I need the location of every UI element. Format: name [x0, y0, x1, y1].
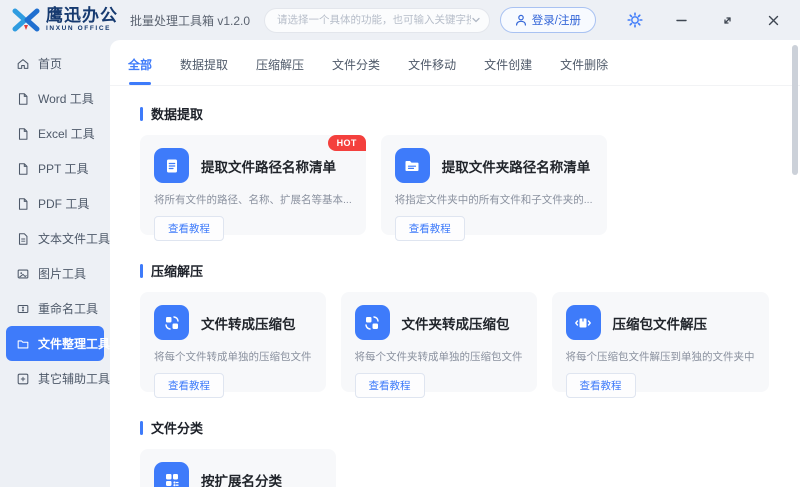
folder-list-icon — [395, 148, 430, 183]
title-bar: 鹰迅办公 INXUN OFFICE 批量处理工具箱 v1.2.0 登录/注册 — [0, 0, 800, 40]
home-icon — [16, 57, 30, 71]
category-icon — [154, 462, 189, 487]
image-file-icon — [16, 267, 30, 281]
sidebar-item-home[interactable]: 首页 — [6, 46, 104, 81]
file-to-zip-icon — [154, 305, 189, 340]
close-icon[interactable] — [764, 11, 782, 29]
section-title: 文件分类 — [151, 418, 203, 437]
function-search-box[interactable] — [264, 8, 490, 33]
minimize-icon[interactable] — [672, 11, 690, 29]
word-file-icon — [16, 92, 30, 106]
sidebar-item-ppt-tools[interactable]: PPT 工具 — [6, 151, 104, 186]
text-file-icon — [16, 232, 30, 246]
tab-compress-decompress[interactable]: 压缩解压 — [256, 56, 304, 85]
tool-card-description: 将每个压缩包文件解压到单独的文件夹中 — [566, 349, 755, 364]
sidebar-item-image-tools[interactable]: 图片工具 — [6, 256, 104, 291]
folder-organize-icon — [16, 337, 30, 351]
section-accent-bar — [140, 421, 143, 435]
tab-file-delete[interactable]: 文件删除 — [560, 56, 608, 85]
tab-all[interactable]: 全部 — [128, 56, 152, 85]
sidebar: 首页 Word 工具 Excel 工具 PPT 工具 PDF 工具 文本文件工具… — [0, 40, 110, 487]
app-title: 批量处理工具箱 v1.2.0 — [130, 12, 250, 29]
section-title: 数据提取 — [151, 104, 203, 123]
tab-file-create[interactable]: 文件创建 — [484, 56, 532, 85]
tab-file-move[interactable]: 文件移动 — [408, 56, 456, 85]
tool-card-description: 将指定文件夹中的所有文件和子文件夹的... — [395, 192, 593, 207]
sidebar-item-label: 图片工具 — [38, 265, 86, 282]
tab-file-classify[interactable]: 文件分类 — [332, 56, 380, 85]
section-title: 压缩解压 — [151, 261, 203, 280]
view-tutorial-button[interactable]: 查看教程 — [355, 373, 425, 398]
excel-file-icon — [16, 127, 30, 141]
sidebar-item-label: PDF 工具 — [38, 195, 89, 212]
tool-card-title: 提取文件夹路径名称清单 — [442, 156, 591, 176]
rename-icon — [16, 302, 30, 316]
tool-card-extract-folder-list[interactable]: 提取文件夹路径名称清单 将指定文件夹中的所有文件和子文件夹的... 查看教程 — [381, 135, 607, 235]
view-tutorial-button[interactable]: 查看教程 — [154, 373, 224, 398]
view-tutorial-button[interactable]: 查看教程 — [154, 216, 224, 241]
sidebar-item-label: 重命名工具 — [38, 300, 98, 317]
tool-card-description: 将每个文件转成单独的压缩包文件 — [154, 349, 312, 364]
tool-card-title: 按扩展名分类 — [201, 470, 282, 487]
section-header-classify: 文件分类 — [140, 418, 758, 437]
tool-card-title: 文件转成压缩包 — [201, 313, 296, 333]
sidebar-item-word-tools[interactable]: Word 工具 — [6, 81, 104, 116]
tool-card-title: 压缩包文件解压 — [613, 313, 708, 333]
file-list-icon — [154, 148, 189, 183]
brand-subtitle: INXUN OFFICE — [46, 26, 118, 33]
sidebar-item-text-file-tools[interactable]: 文本文件工具 — [6, 221, 104, 256]
chevron-down-icon[interactable] — [471, 15, 481, 25]
hot-badge: HOT — [328, 135, 366, 151]
tool-card-classify-by-extension[interactable]: 按扩展名分类 — [140, 449, 336, 487]
user-icon — [515, 14, 527, 26]
tool-card-description: 将每个文件夹转成单独的压缩包文件 — [355, 349, 523, 364]
section-header-data-extract: 数据提取 — [140, 104, 758, 123]
section-header-compress: 压缩解压 — [140, 261, 758, 280]
tool-card-title: 文件夹转成压缩包 — [402, 313, 510, 333]
tool-card-folder-to-zip[interactable]: 文件夹转成压缩包 将每个文件夹转成单独的压缩包文件 查看教程 — [341, 292, 537, 392]
tool-card-description: 将所有文件的路径、名称、扩展名等基本... — [154, 192, 352, 207]
sidebar-item-label: Word 工具 — [38, 90, 94, 107]
misc-tools-icon — [16, 372, 30, 386]
sidebar-item-label: 文件整理工具 — [38, 335, 110, 352]
inxun-x-logo-icon — [12, 7, 40, 33]
gear-icon[interactable] — [626, 11, 644, 29]
sidebar-item-file-organize-tools[interactable]: 文件整理工具 — [6, 326, 104, 361]
sidebar-item-pdf-tools[interactable]: PDF 工具 — [6, 186, 104, 221]
ppt-file-icon — [16, 162, 30, 176]
brand-name: 鹰迅办公 — [46, 7, 118, 24]
sidebar-item-rename-tools[interactable]: 重命名工具 — [6, 291, 104, 326]
sidebar-item-label: Excel 工具 — [38, 125, 95, 142]
login-register-button[interactable]: 登录/注册 — [500, 7, 596, 33]
content-panel: 全部 数据提取 压缩解压 文件分类 文件移动 文件创建 文件删除 数据提取 HO… — [110, 40, 800, 487]
maximize-icon[interactable] — [718, 11, 736, 29]
brand: 鹰迅办公 INXUN OFFICE — [46, 7, 118, 33]
tool-card-file-to-zip[interactable]: 文件转成压缩包 将每个文件转成单独的压缩包文件 查看教程 — [140, 292, 326, 392]
pdf-file-icon — [16, 197, 30, 211]
tool-card-title: 提取文件路径名称清单 — [201, 156, 336, 176]
tool-card-extract-file-list[interactable]: HOT 提取文件路径名称清单 将所有文件的路径、名称、扩展名等基本... 查看教… — [140, 135, 366, 235]
sidebar-item-label: PPT 工具 — [38, 160, 88, 177]
view-tutorial-button[interactable]: 查看教程 — [395, 216, 465, 241]
unzip-icon — [566, 305, 601, 340]
section-accent-bar — [140, 264, 143, 278]
sidebar-item-label: 首页 — [38, 55, 62, 72]
view-tutorial-button[interactable]: 查看教程 — [566, 373, 636, 398]
section-accent-bar — [140, 107, 143, 121]
login-register-label: 登录/注册 — [532, 12, 581, 28]
category-tabs: 全部 数据提取 压缩解压 文件分类 文件移动 文件创建 文件删除 — [110, 40, 800, 86]
sidebar-item-label: 其它辅助工具 — [38, 370, 110, 387]
sidebar-item-misc-tools[interactable]: 其它辅助工具 — [6, 361, 104, 396]
tool-card-unzip[interactable]: 压缩包文件解压 将每个压缩包文件解压到单独的文件夹中 查看教程 — [552, 292, 769, 392]
sidebar-item-excel-tools[interactable]: Excel 工具 — [6, 116, 104, 151]
folder-to-zip-icon — [355, 305, 390, 340]
search-input[interactable] — [277, 14, 471, 26]
tab-data-extract[interactable]: 数据提取 — [180, 56, 228, 85]
scrollbar[interactable] — [792, 45, 798, 175]
sidebar-item-label: 文本文件工具 — [38, 230, 110, 247]
